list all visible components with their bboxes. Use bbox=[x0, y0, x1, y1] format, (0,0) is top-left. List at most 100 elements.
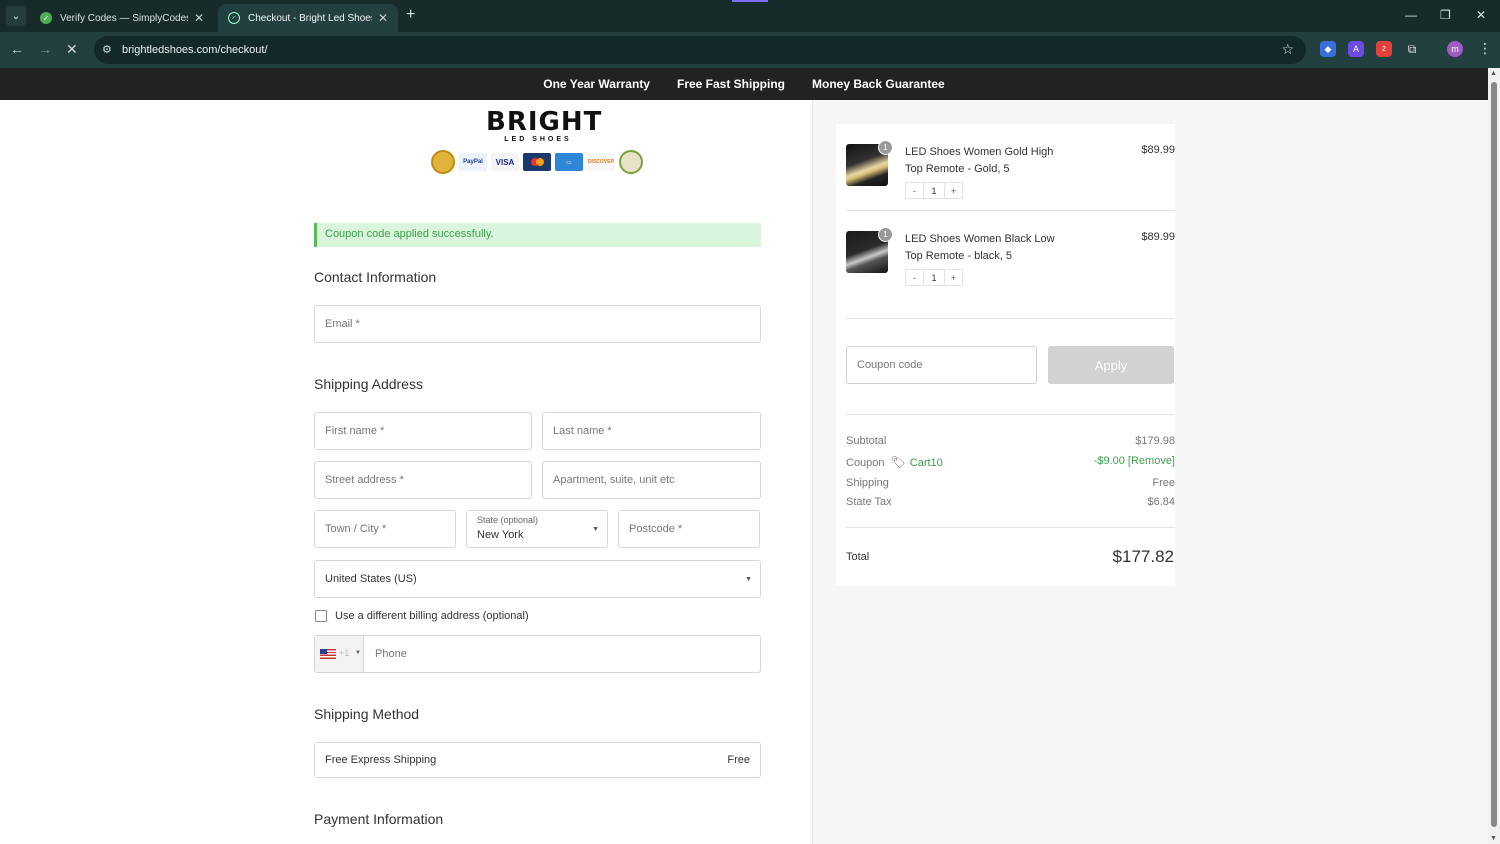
minimize-icon[interactable]: — bbox=[1405, 8, 1417, 22]
subtotal-value: $179.98 bbox=[1135, 435, 1175, 447]
tab-simplycodes[interactable]: ✓ Verify Codes — SimplyCodes ✕ bbox=[30, 4, 214, 32]
scroll-thumb[interactable] bbox=[1491, 82, 1497, 827]
country-code-selector[interactable]: +1 ▼ bbox=[315, 636, 364, 672]
forward-arrow-icon[interactable]: → bbox=[38, 41, 52, 57]
quantity-value[interactable]: 1 bbox=[924, 269, 944, 286]
dropdown-caret-icon: ▼ bbox=[745, 576, 752, 583]
close-tab-icon[interactable]: ✕ bbox=[378, 11, 388, 25]
coupon-input[interactable]: Coupon code bbox=[846, 346, 1037, 384]
tab-checkout[interactable]: ◜ Checkout - Bright Led Shoes ✕ bbox=[218, 4, 398, 32]
address-bar[interactable]: ⚙ brightledshoes.com/checkout/ ☆ bbox=[94, 36, 1306, 64]
dial-code: +1 bbox=[339, 648, 350, 658]
country-select[interactable]: United States (US) ▼ bbox=[314, 560, 761, 598]
tab-title: Verify Codes — SimplyCodes bbox=[60, 12, 188, 24]
promo-warranty: One Year Warranty bbox=[543, 77, 650, 91]
coupon-label: Coupon bbox=[846, 457, 885, 469]
payment-title: Payment Information bbox=[314, 811, 444, 827]
loading-favicon-icon: ◜ bbox=[228, 12, 240, 24]
billing-checkbox-label: Use a different billing address (optiona… bbox=[335, 610, 529, 622]
profile-avatar[interactable]: m bbox=[1447, 41, 1463, 57]
site-info-icon[interactable]: ⚙ bbox=[102, 43, 112, 56]
apply-coupon-button[interactable]: Apply bbox=[1048, 346, 1174, 384]
billing-checkbox[interactable] bbox=[315, 610, 327, 622]
puzzle-extensions-icon[interactable]: ⧉ bbox=[1404, 41, 1420, 57]
close-tab-icon[interactable]: ✕ bbox=[194, 11, 204, 25]
city-field[interactable]: Town / City * bbox=[314, 510, 456, 548]
shipping-method-title: Shipping Method bbox=[314, 706, 420, 722]
extension-badge: 2 bbox=[1382, 45, 1386, 53]
email-field[interactable]: Email * bbox=[314, 305, 761, 343]
scroll-up-icon[interactable]: ▲ bbox=[1490, 70, 1497, 77]
promo-bar: One Year Warranty Free Fast Shipping Mon… bbox=[0, 68, 1488, 100]
shipping-label: Shipping bbox=[846, 477, 889, 489]
restore-icon[interactable]: ❐ bbox=[1440, 8, 1451, 22]
subtotal-label: Subtotal bbox=[846, 435, 887, 447]
phone-placeholder: Phone bbox=[375, 648, 407, 660]
divider bbox=[846, 527, 1175, 528]
new-tab-icon[interactable]: + bbox=[406, 6, 415, 24]
order-summary: 1 LED Shoes Women Gold High Top Remote -… bbox=[836, 124, 1175, 586]
quantity-value[interactable]: 1 bbox=[924, 182, 944, 199]
total-value: $177.82 bbox=[1112, 547, 1174, 566]
payment-badges: PayPal VISA ▭ DISCOVER bbox=[431, 150, 643, 174]
remove-coupon-link[interactable]: -$9.00 [Remove] bbox=[1094, 455, 1175, 467]
street-address-field[interactable]: Street address * bbox=[314, 461, 532, 499]
state-label: State (optional) bbox=[477, 515, 539, 525]
simplycodes-favicon-icon: ✓ bbox=[40, 12, 52, 24]
discover-icon: DISCOVER bbox=[587, 153, 615, 171]
tab-search-button[interactable]: ⌄ bbox=[6, 6, 26, 26]
url-text[interactable]: brightledshoes.com/checkout/ bbox=[122, 44, 268, 56]
divider bbox=[846, 318, 1175, 319]
shipping-option[interactable]: Free Express Shipping Free bbox=[314, 742, 761, 778]
apartment-field[interactable]: Apartment, suite, unit etc bbox=[542, 461, 761, 499]
close-window-icon[interactable]: ✕ bbox=[1476, 8, 1486, 22]
simplycodes-extension-icon[interactable]: 2 bbox=[1376, 41, 1392, 57]
quantity-badge: 1 bbox=[878, 140, 893, 155]
product-name: LED Shoes Women Gold High Top Remote - G… bbox=[905, 146, 1054, 175]
divider bbox=[846, 210, 1175, 211]
shipping-row: Shipping Free bbox=[846, 477, 1175, 489]
total-label: Total bbox=[846, 551, 870, 563]
shield-extension-icon[interactable]: ◆ bbox=[1320, 41, 1336, 57]
product-price: $89.99 bbox=[1141, 231, 1175, 243]
coupon-row: Coupon 🏷 Cart10 -$9.00 [Remove] bbox=[846, 455, 1175, 469]
stop-loading-icon[interactable]: ✕ bbox=[66, 41, 78, 58]
brand-logo[interactable]: BRIGHT LED SHOES bbox=[486, 108, 601, 143]
dropdown-caret-icon: ▼ bbox=[592, 526, 599, 533]
coupon-success-notice: Coupon code applied successfully. bbox=[314, 223, 761, 247]
tax-row: State Tax $6.84 bbox=[846, 496, 1175, 508]
a-extension-icon[interactable]: A bbox=[1348, 41, 1364, 57]
tab-indicator bbox=[732, 0, 768, 2]
dropdown-caret-icon: ▼ bbox=[355, 650, 361, 656]
state-select[interactable]: State (optional) New York ▼ bbox=[466, 510, 608, 548]
cart-item: 1 LED Shoes Women Gold High Top Remote -… bbox=[846, 140, 1175, 210]
first-name-field[interactable]: First name * bbox=[314, 412, 532, 450]
postcode-field[interactable]: Postcode * bbox=[618, 510, 760, 548]
increase-button[interactable]: + bbox=[944, 182, 963, 199]
shipping-value: Free bbox=[1152, 477, 1175, 489]
paypal-icon: PayPal bbox=[459, 153, 487, 171]
decrease-button[interactable]: - bbox=[905, 269, 924, 286]
product-name: LED Shoes Women Black Low Top Remote - b… bbox=[905, 233, 1055, 262]
promo-guarantee: Money Back Guarantee bbox=[812, 77, 945, 91]
shipping-option-name: Free Express Shipping bbox=[325, 754, 437, 766]
back-arrow-icon[interactable]: ← bbox=[10, 41, 24, 57]
bookmark-star-icon[interactable]: ☆ bbox=[1281, 41, 1294, 58]
page-scrollbar[interactable]: ▲ ▼ bbox=[1488, 68, 1500, 844]
product-price: $89.99 bbox=[1141, 144, 1175, 156]
quantity-stepper: - 1 + bbox=[905, 182, 963, 199]
divider bbox=[846, 414, 1175, 415]
billing-address-option[interactable]: Use a different billing address (optiona… bbox=[315, 610, 529, 622]
phone-field[interactable]: +1 ▼ Phone bbox=[314, 635, 761, 673]
scroll-down-icon[interactable]: ▼ bbox=[1490, 835, 1497, 842]
state-value: New York bbox=[477, 529, 524, 541]
kebab-menu-icon[interactable]: ⋮ bbox=[1478, 40, 1492, 57]
decrease-button[interactable]: - bbox=[905, 182, 924, 199]
quantity-badge: 1 bbox=[878, 227, 893, 242]
increase-button[interactable]: + bbox=[944, 269, 963, 286]
visa-icon: VISA bbox=[491, 153, 519, 171]
cart-item: 1 LED Shoes Women Black Low Top Remote -… bbox=[846, 227, 1175, 297]
tag-icon: 🏷 bbox=[890, 455, 906, 469]
us-flag-icon bbox=[320, 649, 336, 659]
last-name-field[interactable]: Last name * bbox=[542, 412, 761, 450]
